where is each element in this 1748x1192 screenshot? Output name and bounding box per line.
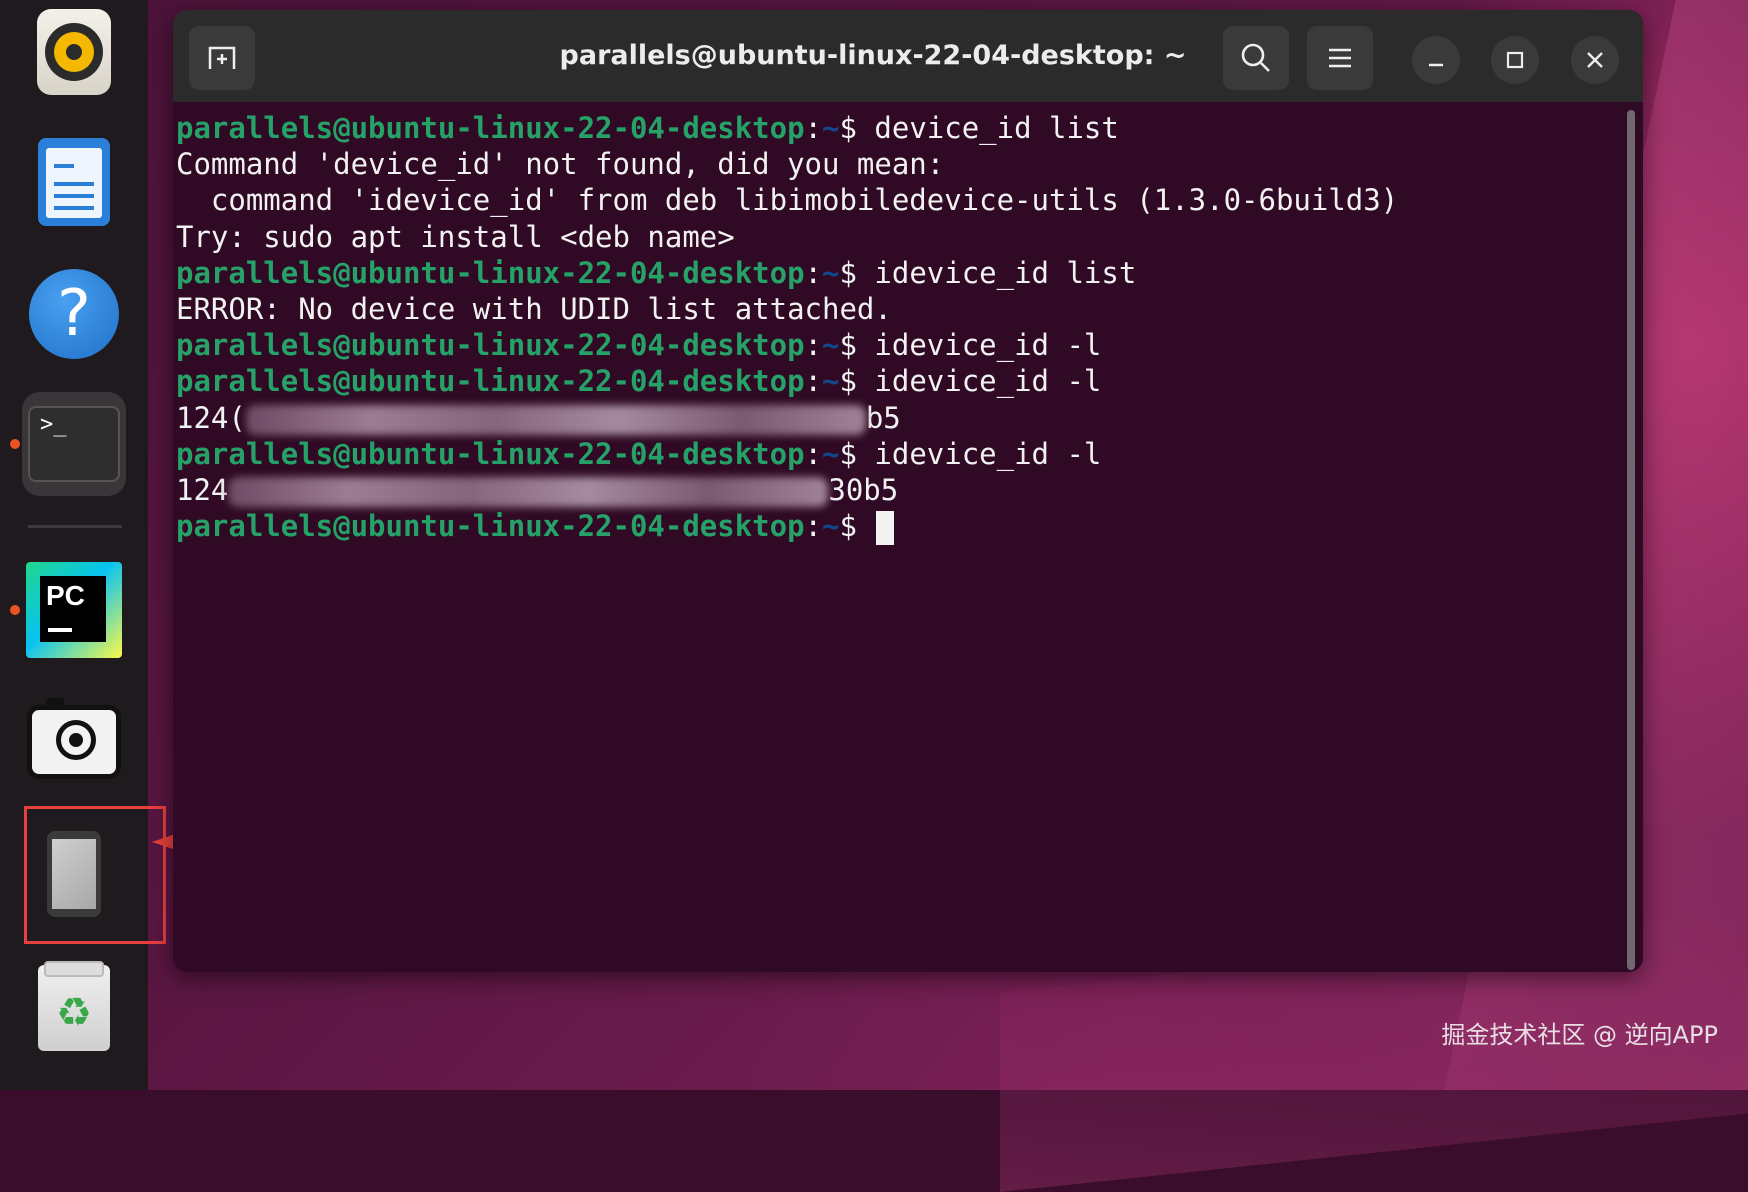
terminal-line: parallels@ubuntu-linux-22-04-desktop:~$ …	[176, 327, 1616, 363]
dock-item-terminal[interactable]: >_	[22, 392, 126, 496]
pycharm-icon: PC	[26, 562, 122, 658]
recycle-icon: ♻	[38, 961, 110, 1051]
terminal-line: Command 'device_id' not found, did you m…	[176, 146, 1616, 182]
terminal-line: parallels@ubuntu-linux-22-04-desktop:~$ …	[176, 255, 1616, 291]
prompt-path: ~	[822, 364, 840, 399]
new-tab-icon	[208, 46, 236, 69]
prompt-symbol: $	[839, 328, 875, 363]
output-text: ERROR: No device with UDID list attached…	[176, 291, 892, 326]
dock-separator	[28, 525, 122, 528]
prompt-user: parallels@ubuntu-linux-22-04-desktop	[176, 328, 805, 363]
terminal-output[interactable]: parallels@ubuntu-linux-22-04-desktop:~$ …	[176, 110, 1616, 960]
watermark: 掘金技术社区 @ 逆向APP	[1441, 1021, 1718, 1049]
prompt-symbol: $	[839, 255, 875, 290]
udid-suffix: b5	[865, 400, 901, 435]
prompt-separator: :	[804, 255, 823, 290]
prompt-path: ~	[822, 255, 840, 290]
terminal-line: parallels@ubuntu-linux-22-04-desktop:~$ …	[176, 436, 1616, 472]
terminal-icon: >_	[28, 406, 120, 482]
maximize-icon	[1506, 51, 1524, 69]
terminal-line: parallels@ubuntu-linux-22-04-desktop:~$ …	[176, 110, 1616, 146]
window-title: parallels@ubuntu-linux-22-04-desktop: ~	[559, 40, 1187, 71]
terminal-line: ERROR: No device with UDID list attached…	[176, 291, 1616, 327]
redacted-udid	[245, 404, 866, 435]
search-button[interactable]	[1223, 26, 1289, 90]
prompt-user: parallels@ubuntu-linux-22-04-desktop	[176, 509, 805, 544]
prompt-separator: :	[804, 328, 823, 363]
text-cursor	[876, 511, 895, 546]
prompt-separator: :	[804, 436, 823, 471]
dock-item-rhythmbox[interactable]	[22, 0, 126, 104]
command-text: device_id list	[874, 111, 1119, 145]
camera-icon	[27, 698, 121, 779]
prompt-separator: :	[804, 509, 823, 544]
search-icon	[1241, 43, 1270, 72]
minimize-icon	[1429, 63, 1443, 67]
menu-button[interactable]	[1307, 26, 1373, 90]
dock-item-writer[interactable]	[22, 130, 126, 234]
scrollbar[interactable]	[1627, 110, 1635, 970]
highlight-box	[24, 806, 166, 944]
terminal-line: Try: sudo apt install <deb name>	[176, 219, 1616, 255]
terminal-line: command 'idevice_id' from deb libimobile…	[176, 182, 1616, 218]
terminal-line: parallels@ubuntu-linux-22-04-desktop:~$ …	[176, 363, 1616, 399]
udid-prefix: 124	[176, 472, 229, 507]
new-tab-button[interactable]	[189, 26, 255, 90]
running-indicator	[10, 605, 20, 615]
terminal-line: 124( b5	[176, 400, 1616, 436]
command-text: idevice_id -l	[874, 436, 1102, 471]
prompt-path: ~	[822, 111, 840, 145]
command-text: idevice_id -l	[874, 328, 1102, 363]
prompt-user: parallels@ubuntu-linux-22-04-desktop	[176, 364, 805, 399]
prompt-symbol: $	[839, 436, 875, 471]
running-indicator	[10, 439, 20, 449]
prompt-symbol: $	[839, 509, 875, 544]
prompt-path: ~	[822, 509, 840, 544]
dock-item-trash[interactable]: ♻	[22, 956, 126, 1060]
prompt-separator: :	[804, 111, 823, 145]
prompt-user: parallels@ubuntu-linux-22-04-desktop	[176, 255, 805, 290]
prompt-symbol: $	[839, 111, 875, 145]
music-disc-icon	[37, 9, 111, 95]
udid-prefix: 124(	[176, 400, 246, 435]
dock-item-help[interactable]: ?	[22, 262, 126, 366]
redacted-udid	[228, 476, 829, 507]
prompt-user: parallels@ubuntu-linux-22-04-desktop	[176, 111, 805, 145]
prompt-path: ~	[822, 436, 840, 471]
command-text: idevice_id list	[874, 255, 1137, 290]
output-text: command 'idevice_id' from deb libimobile…	[176, 183, 1399, 218]
command-text: idevice_id -l	[874, 364, 1102, 399]
output-text: Try: sudo apt install <deb name>	[176, 219, 735, 254]
terminal-line: parallels@ubuntu-linux-22-04-desktop:~$	[176, 508, 1616, 546]
minimize-button[interactable]	[1412, 36, 1460, 84]
prompt-user: parallels@ubuntu-linux-22-04-desktop	[176, 436, 805, 471]
hamburger-menu-icon	[1329, 48, 1351, 68]
prompt-separator: :	[804, 364, 823, 399]
document-icon	[38, 138, 110, 226]
dock-item-camera[interactable]	[22, 690, 126, 794]
dock-item-pycharm[interactable]: PC	[22, 558, 126, 662]
maximize-button[interactable]	[1491, 36, 1539, 84]
terminal-window[interactable]: parallels@ubuntu-linux-22-04-desktop: ~	[173, 10, 1643, 972]
prompt-symbol: $	[839, 364, 875, 399]
prompt-path: ~	[822, 328, 840, 363]
help-icon: ?	[29, 269, 119, 359]
close-button[interactable]	[1571, 36, 1619, 84]
titlebar: parallels@ubuntu-linux-22-04-desktop: ~	[173, 10, 1643, 102]
output-text: Command 'device_id' not found, did you m…	[176, 147, 945, 182]
udid-suffix: 30b5	[828, 472, 899, 507]
dock: ? >_ PC ♻	[0, 0, 166, 1090]
close-icon	[1587, 52, 1603, 68]
terminal-line: 124 30b5	[176, 472, 1616, 508]
